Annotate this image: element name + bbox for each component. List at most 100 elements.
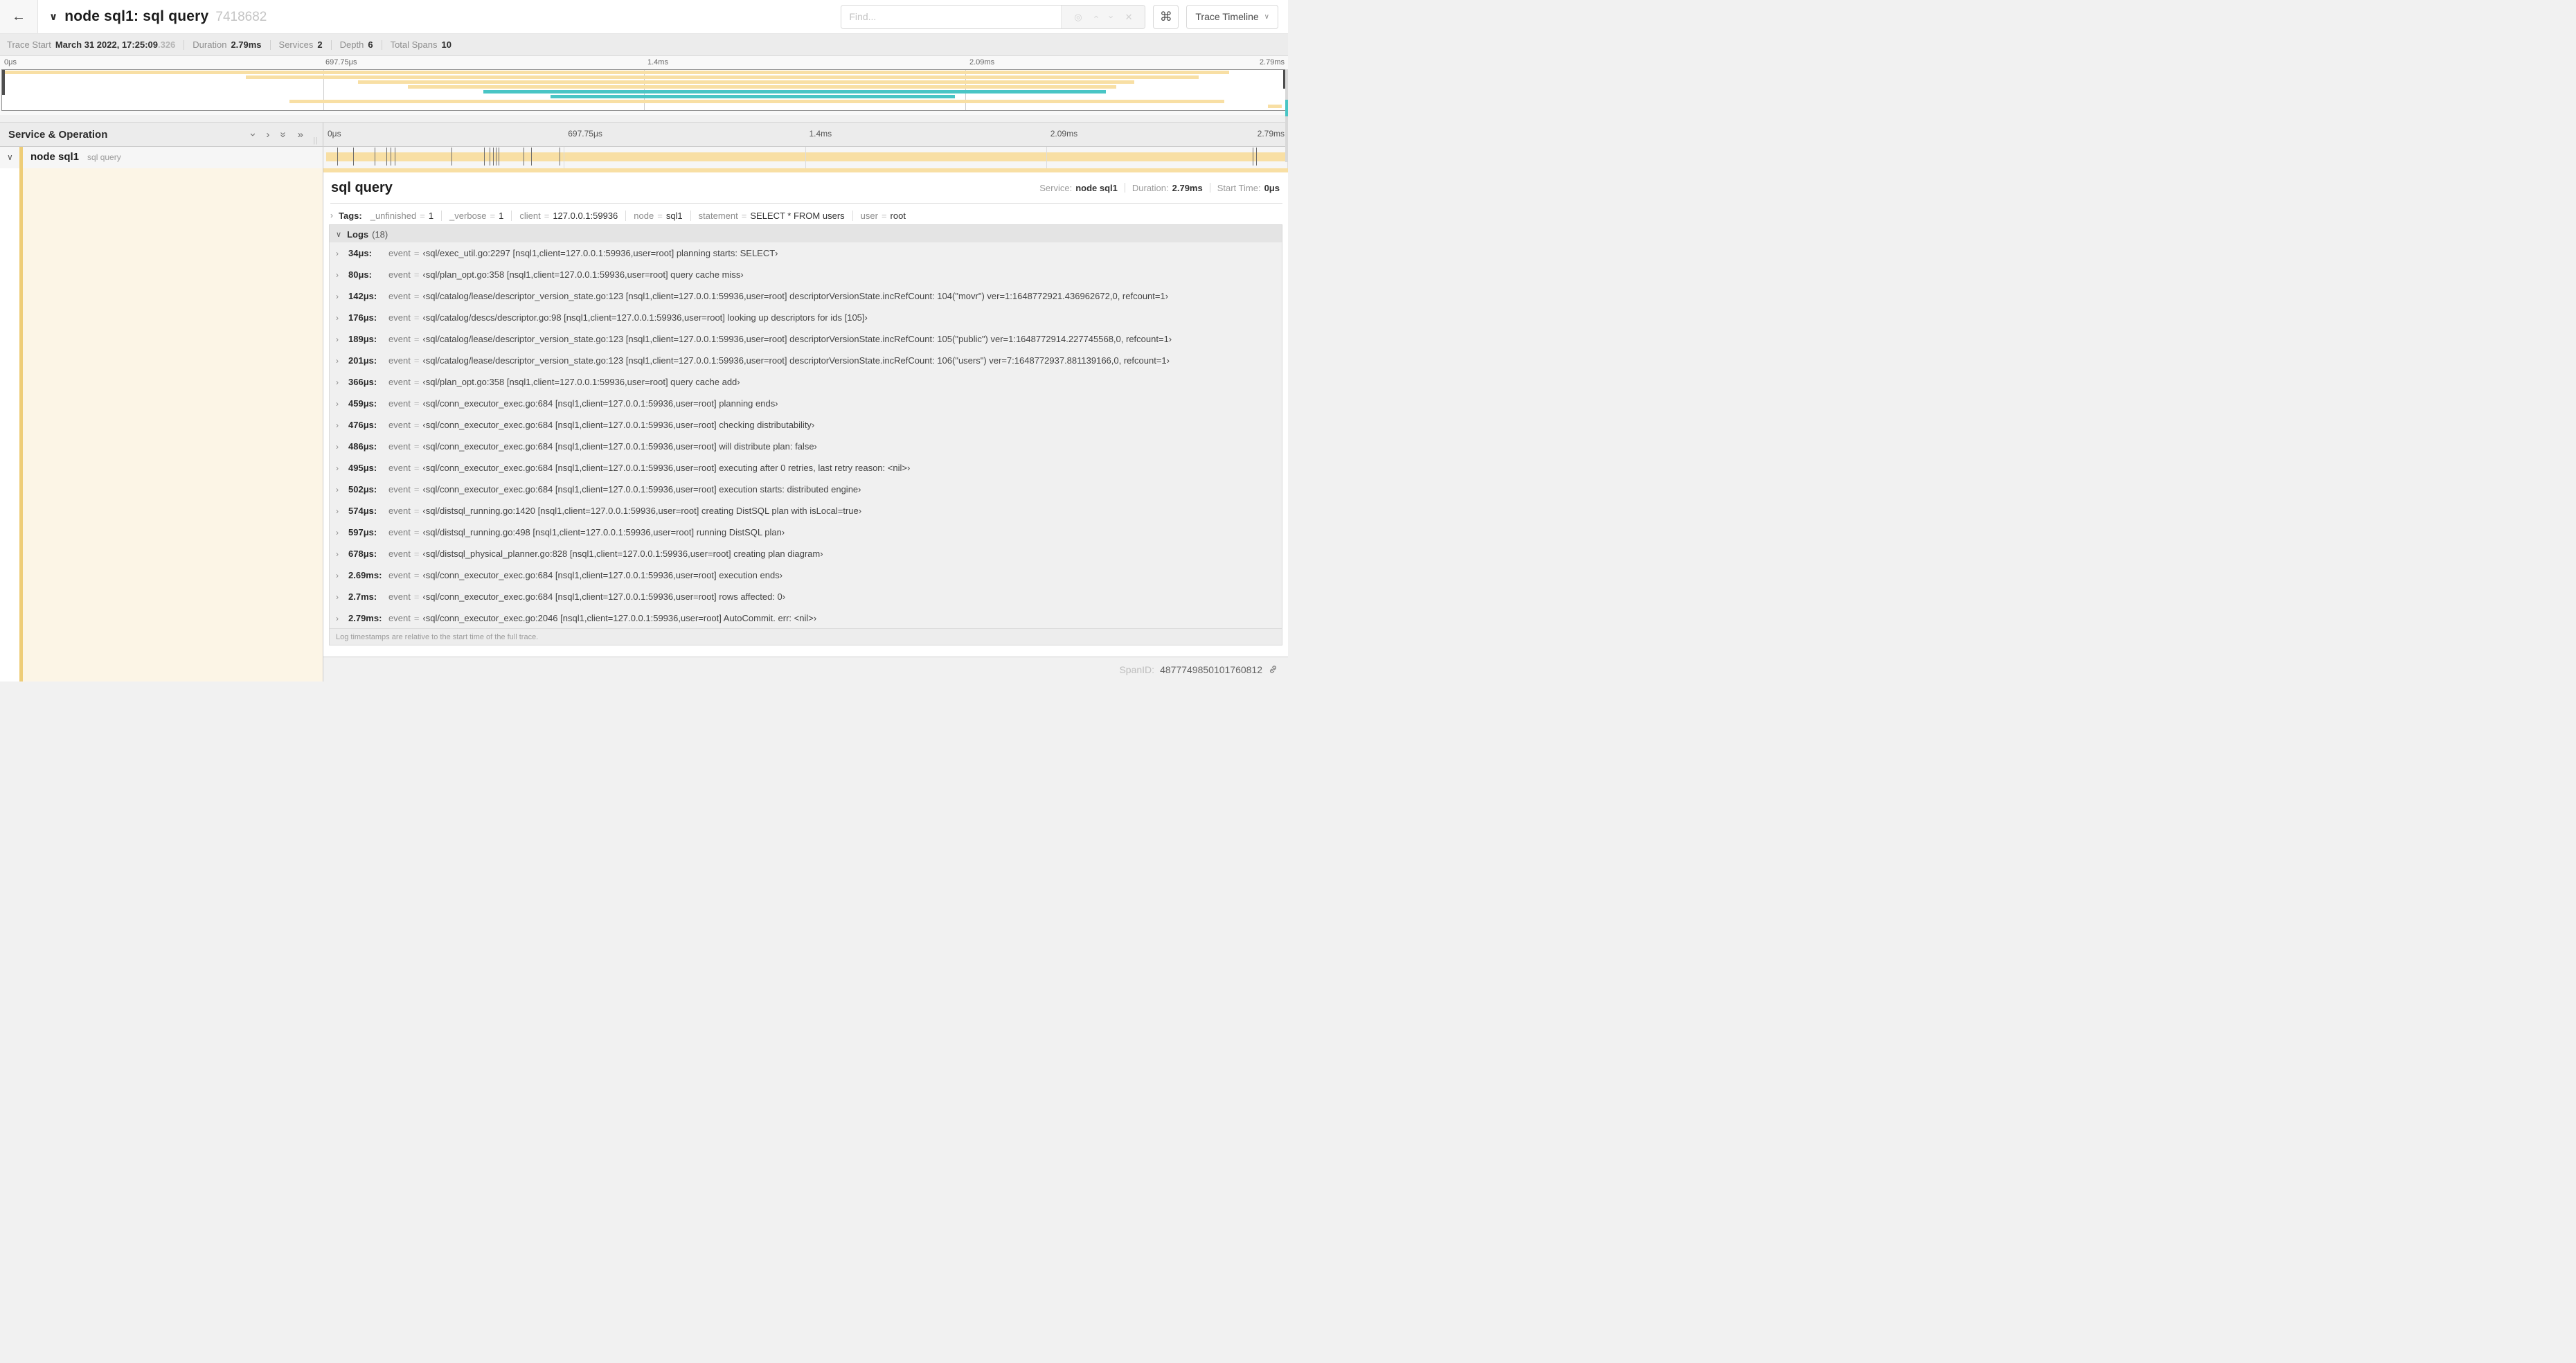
logs-block: ∨ Logs (18) › 34μs: event = ‹sql/exec_util.g… [329,224,1282,645]
timeline-ruler: 0μs 697.75μs 1.4ms 2.09ms 2.79ms [323,123,1288,146]
log-row[interactable]: › 502μs: event = ‹sql/conn_executor_exec.go:… [330,479,1282,500]
log-row[interactable]: › 459μs: event = ‹sql/conn_executor_exec.go:… [330,393,1282,414]
minimap-span-bar [407,85,1117,89]
minimap-canvas[interactable] [1,69,1287,111]
expand-one-icon[interactable]: › [266,130,269,140]
log-row[interactable]: › 189μs: event = ‹sql/catalog/lease/descript… [330,328,1282,350]
tags-row[interactable]: › Tags: _unfinished = 1 _verbose = 1 client = 12… [330,206,1282,224]
chevron-right-icon[interactable]: › [336,313,343,323]
log-equals: = [413,549,420,559]
log-row[interactable]: › 678μs: event = ‹sql/distsql_physical_plann… [330,543,1282,564]
tag-separator [441,210,442,221]
log-field-value: ‹sql/conn_executor_exec.go:684 [nsql1,cl… [422,570,783,580]
service-operation-header: Service & Operation › › » » || [0,123,323,146]
chevron-right-icon[interactable]: › [336,356,343,366]
log-field-key: event [388,484,411,495]
span-detail-panel: sql query Service: node sql1 Duration: 2.79… [323,168,1288,657]
span-detail-title: sql query [331,179,393,195]
tag-separator [690,210,691,221]
chevron-right-icon[interactable]: › [336,614,343,623]
log-equals: = [413,269,420,280]
collapse-all-icon[interactable]: » [278,132,289,137]
info-label: Duration [193,39,227,50]
span-service-name: node sql1 [30,151,80,163]
span-duration-bar[interactable] [326,148,1288,166]
clear-search-icon[interactable]: ✕ [1125,12,1133,21]
log-field-key: event [388,291,411,301]
log-equals: = [413,506,420,516]
chevron-right-icon[interactable]: › [336,335,343,344]
log-row[interactable]: › 574μs: event = ‹sql/distsql_running.go:142… [330,500,1282,522]
span-bar-cell[interactable] [323,145,1288,168]
log-row[interactable]: › 486μs: event = ‹sql/conn_executor_exec.go:… [330,436,1282,457]
logs-list: › 34μs: event = ‹sql/exec_util.go:2297 [nsql… [329,242,1282,645]
log-equals: = [413,334,420,344]
log-row[interactable]: › 142μs: event = ‹sql/catalog/lease/descript… [330,285,1282,307]
log-row[interactable]: › 366μs: event = ‹sql/plan_opt.go:358 [nsql1… [330,371,1282,393]
log-equals: = [413,312,420,323]
service-operation-title: Service & Operation [8,128,108,141]
service-color-accent [19,145,23,168]
tag-key: user [860,210,878,221]
previous-match-icon[interactable]: › [1091,15,1101,18]
chevron-right-icon[interactable]: › [336,463,343,473]
log-row[interactable]: › 2.79ms: event = ‹sql/conn_executor_exec.go… [330,607,1282,629]
logs-header[interactable]: ∨ Logs (18) [329,224,1282,244]
chevron-right-icon[interactable]: › [336,485,343,495]
minimap-left-scrubber-handle[interactable] [2,70,5,95]
log-timestamp: 366μs: [348,377,377,387]
log-row[interactable]: › 34μs: event = ‹sql/exec_util.go:2297 [nsql… [330,242,1282,264]
next-match-icon[interactable]: › [1106,15,1116,18]
log-field-value: ‹sql/catalog/descs/descriptor.go:98 [nsq… [422,312,868,323]
ruler-tick-label: 2.79ms [1259,58,1285,66]
log-row[interactable]: › 2.69ms: event = ‹sql/conn_executor_exec.go… [330,564,1282,586]
detail-divider [330,203,1282,204]
span-collapse-chevron-icon[interactable]: ∨ [7,152,17,162]
chevron-right-icon[interactable]: › [336,377,343,387]
log-timestamp: 574μs: [348,506,377,516]
deep-link-icon[interactable] [1268,664,1278,675]
log-field-value: ‹sql/exec_util.go:2297 [nsql1,client=127… [422,248,778,258]
expand-all-icon[interactable]: » [298,130,303,140]
chevron-right-icon[interactable]: › [336,506,343,516]
log-equals: = [413,463,420,473]
chevron-right-icon[interactable]: › [336,399,343,409]
ruler-tick-label: 1.4ms [809,129,832,139]
minimap-span-bar [550,95,955,98]
tag-value: root [890,210,906,221]
collapse-one-icon[interactable]: › [247,133,259,136]
collapse-trace-chevron-icon[interactable]: ∨ [49,10,57,23]
log-field-value: ‹sql/conn_executor_exec.go:2046 [nsql1,c… [422,613,817,623]
chevron-right-icon[interactable]: › [336,549,343,559]
log-tick-mark [531,148,533,166]
locate-icon[interactable]: ◎ [1074,12,1082,21]
log-row[interactable]: › 2.7ms: event = ‹sql/conn_executor_exec.go:… [330,586,1282,607]
tag-equals: = [741,210,747,221]
back-button[interactable]: ← [0,0,38,33]
log-row[interactable]: › 176μs: event = ‹sql/catalog/descs/descript… [330,307,1282,328]
log-row[interactable]: › 476μs: event = ‹sql/conn_executor_exec.go:… [330,414,1282,436]
chevron-right-icon[interactable]: › [336,592,343,602]
chevron-right-icon[interactable]: › [336,528,343,537]
log-timestamp: 486μs: [348,441,377,452]
span-row[interactable]: ∨ node sql1 sql query [0,145,1288,168]
chevron-right-icon[interactable]: › [336,292,343,301]
chevron-right-icon[interactable]: › [336,442,343,452]
chevron-right-icon[interactable]: › [336,571,343,580]
log-row[interactable]: › 80μs: event = ‹sql/plan_opt.go:358 [nsql1,… [330,264,1282,285]
chevron-right-icon[interactable]: › [336,270,343,280]
log-field-key: event [388,312,411,323]
trace-view-select[interactable]: Trace Timeline ∨ [1186,4,1278,29]
span-row-name-cell[interactable]: ∨ node sql1 sql query [0,145,323,168]
log-row[interactable]: › 597μs: event = ‹sql/distsql_running.go:498… [330,522,1282,543]
log-row[interactable]: › 495μs: event = ‹sql/conn_executor_exec.go:… [330,457,1282,479]
chevron-right-icon[interactable]: › [336,249,343,258]
find-input[interactable] [841,5,1062,28]
page-title: node sql1: sql query [64,8,209,24]
log-row[interactable]: › 201μs: event = ‹sql/catalog/lease/descript… [330,350,1282,371]
chevron-right-icon: › [330,211,333,220]
log-timestamp: 2.7ms: [348,591,377,602]
keyboard-shortcuts-button[interactable]: ⌘ [1153,4,1179,29]
column-resizer-handle[interactable]: || [313,136,319,145]
chevron-right-icon[interactable]: › [336,420,343,430]
